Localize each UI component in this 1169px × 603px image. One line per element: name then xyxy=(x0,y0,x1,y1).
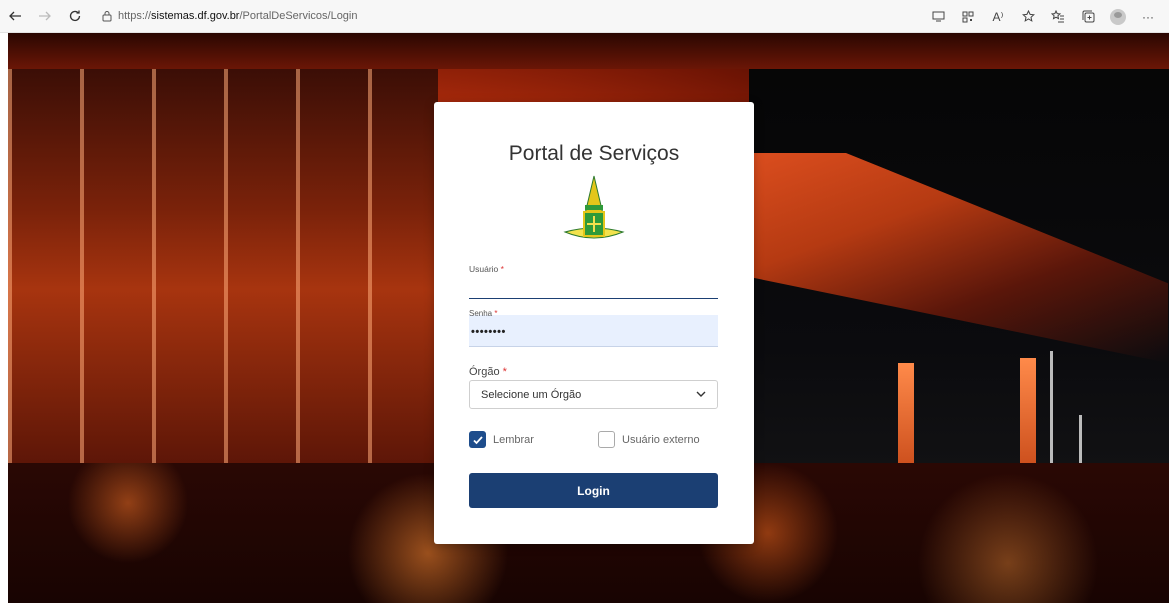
senha-value: •••••••• xyxy=(471,326,506,338)
browser-toolbar: https://sistemas.df.gov.br/PortalDeServi… xyxy=(0,0,1169,33)
building-facade xyxy=(8,69,438,469)
usuario-label-text: Usuário xyxy=(469,264,499,274)
orgao-label-text: Órgão xyxy=(469,366,500,378)
required-asterisk: * xyxy=(502,366,507,378)
browser-actions: A⁾ ··· xyxy=(925,0,1161,33)
read-aloud-icon[interactable]: A⁾ xyxy=(985,4,1011,30)
refresh-icon[interactable] xyxy=(60,1,90,31)
more-options-icon[interactable]: ··· xyxy=(1135,4,1161,30)
favorites-icon[interactable] xyxy=(1045,4,1071,30)
usuario-label: Usuário * xyxy=(469,264,504,274)
street-lamp xyxy=(1050,351,1053,481)
senha-label-text: Senha xyxy=(469,309,493,318)
orgao-select-value: Selecione um Órgão xyxy=(481,388,582,401)
df-coat-of-arms-logo xyxy=(563,175,625,239)
senha-label: Senha * xyxy=(469,309,498,318)
forward-icon xyxy=(30,1,60,31)
usuario-externo-checkbox[interactable]: Usuário externo xyxy=(598,431,700,448)
checkmark-icon[interactable] xyxy=(469,431,486,448)
senha-field[interactable]: Senha * •••••••• xyxy=(469,309,718,347)
required-asterisk: * xyxy=(494,309,498,318)
lock-icon[interactable] xyxy=(96,10,118,22)
avatar xyxy=(1110,8,1126,25)
back-icon[interactable] xyxy=(0,1,30,31)
page-title: Portal de Serviços xyxy=(508,142,680,165)
lembrar-checkbox[interactable]: Lembrar xyxy=(469,431,534,448)
chevron-down-icon xyxy=(696,391,706,397)
building-roof xyxy=(8,33,1169,69)
login-card: Portal de Serviços Usuário * Senha * •••… xyxy=(434,102,754,544)
url-scheme: https:// xyxy=(118,10,152,22)
orgao-label: Órgão * xyxy=(469,366,507,378)
usuario-externo-label: Usuário externo xyxy=(622,433,700,446)
url-path: /PortalDeServicos/Login xyxy=(239,10,358,22)
add-favorite-icon[interactable] xyxy=(1015,4,1041,30)
address-bar[interactable]: https://sistemas.df.gov.br/PortalDeServi… xyxy=(96,4,358,28)
orgao-select[interactable]: Selecione um Órgão xyxy=(469,380,718,409)
required-asterisk: * xyxy=(500,264,504,274)
app-available-icon[interactable] xyxy=(925,4,951,30)
profile-avatar-icon[interactable] xyxy=(1105,4,1131,30)
qr-code-icon[interactable] xyxy=(955,4,981,30)
usuario-input[interactable] xyxy=(469,274,718,299)
checkbox-empty-icon[interactable] xyxy=(598,431,615,448)
url-domain: sistemas.df.gov.br xyxy=(151,10,240,22)
collections-icon[interactable] xyxy=(1075,4,1101,30)
login-button[interactable]: Login xyxy=(469,473,718,508)
url-text[interactable]: https://sistemas.df.gov.br/PortalDeServi… xyxy=(118,10,358,22)
lembrar-label: Lembrar xyxy=(493,433,534,446)
